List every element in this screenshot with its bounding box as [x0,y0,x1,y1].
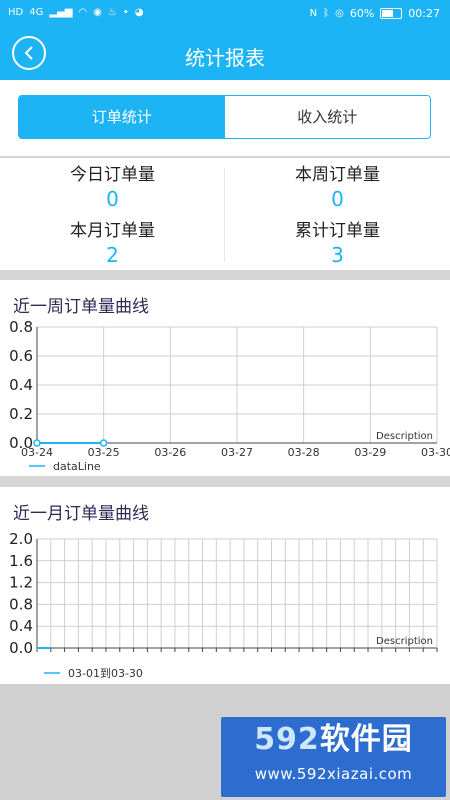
qq-icon: ◕ [134,7,144,18]
stat-month: 本月订单量 2 [0,216,225,267]
stats-summary: 今日订单量 0 本周订单量 0 本月订单量 2 累计订单量 3 [0,158,450,270]
x-tick-label: 03-29 [354,446,386,459]
stat-week: 本周订单量 0 [225,160,450,211]
y-tick-label: 1.6 [9,552,33,570]
stat-total: 累计订单量 3 [225,216,450,267]
watermark-url: www.592xiazai.com [254,765,413,783]
y-tick-label: 0.6 [9,347,33,365]
weekly-chart-panel: 近一周订单量曲线 0.8 0.6 0.4 0.2 0.0 03-24 03-25 03-26 0… [0,280,450,476]
y-tick-label: 0.4 [9,376,33,394]
eye-icon: ◉ [93,7,102,18]
y-tick-label: 0.0 [9,639,33,657]
y-tick-label: 0.8 [9,318,33,336]
legend-label: dataLine [53,460,101,473]
status-left: HD 4G ▂▄▆ ◠ ◉ ♨ • ◕ [8,7,144,19]
chart-description: Description [376,431,433,442]
status-bar: HD 4G ▂▄▆ ◠ ◉ ♨ • ◕ N ᛒ ◎ 60% 00:27 [0,0,450,28]
location-icon: ◎ [335,7,344,19]
stat-today: 今日订单量 0 [0,160,225,211]
x-tick-label: 03-25 [88,446,120,459]
bluetooth-icon: ᛒ [323,7,330,19]
y-tick-label: 0.2 [9,405,33,423]
watermark-title: 592软件园 [221,717,446,763]
dot-icon: • [122,7,129,18]
x-tick-label: 03-28 [288,446,320,459]
legend-label: 03-01到03-30 [68,667,143,680]
y-tick-label: 2.0 [9,530,33,548]
weekly-line-chart[interactable]: 0.80.60.40.20.003-24 03-25 03-26 03-27 03-28… [0,280,450,476]
stats-divider [224,168,225,262]
stat-label: 今日订单量 [70,165,155,185]
watermark-logo: 592软件园 www.592xiazai.com [221,717,446,797]
segmented-control: 订单统计 收入统计 [18,95,431,139]
status-time: 00:27 [408,7,440,20]
stat-value: 2 [106,243,119,267]
tab-bar: 订单统计 收入统计 [0,80,450,156]
stat-value: 0 [106,187,119,211]
monthly-chart-panel: 近一月订单量曲线 2.0 1.6 1.2 0.8 0.4 0.0 Description 03… [0,487,450,684]
battery-icon [380,8,403,19]
x-tick-label: 03-27 [221,446,253,459]
y-tick-label: 0.4 [9,617,33,635]
signal-icon: ▂▄▆ [49,7,73,18]
tab-income-stats[interactable]: 收入统计 [224,96,430,138]
stat-value: 0 [331,187,344,211]
page-title: 统计报表 [185,46,265,70]
wifi-icon: ◠ [78,7,88,18]
notification-icon: ♨ [107,7,117,18]
monthly-line-chart[interactable]: 2.0 1.6 1.2 0.8 0.4 0.0 Description 03-01到03-30 [0,487,450,684]
watermark-digits: 592 [254,722,320,757]
network-type-icon: 4G [29,7,44,18]
battery-percent: 60% [349,7,375,20]
y-tick-label: 0.8 [9,595,33,613]
app-header: 统计报表 [0,28,450,80]
x-tick-label: 03-26 [154,446,186,459]
stat-label: 本周订单量 [295,165,380,185]
nfc-icon: N [309,7,318,19]
watermark-text: 软件园 [319,722,413,757]
y-tick-label: 1.2 [9,574,33,592]
tab-order-stats[interactable]: 订单统计 [19,96,225,138]
chart-description: Description [376,636,433,647]
status-right: N ᛒ ◎ 60% 00:27 [310,7,440,20]
stat-value: 3 [331,243,344,267]
data-point [33,439,41,447]
x-tick-label: 03-24 [21,446,53,459]
stat-label: 本月订单量 [70,221,155,241]
hd-icon: HD [8,7,24,18]
stat-label: 累计订单量 [295,221,380,241]
data-point [99,439,108,447]
x-tick-label: 03-30 [421,446,450,459]
